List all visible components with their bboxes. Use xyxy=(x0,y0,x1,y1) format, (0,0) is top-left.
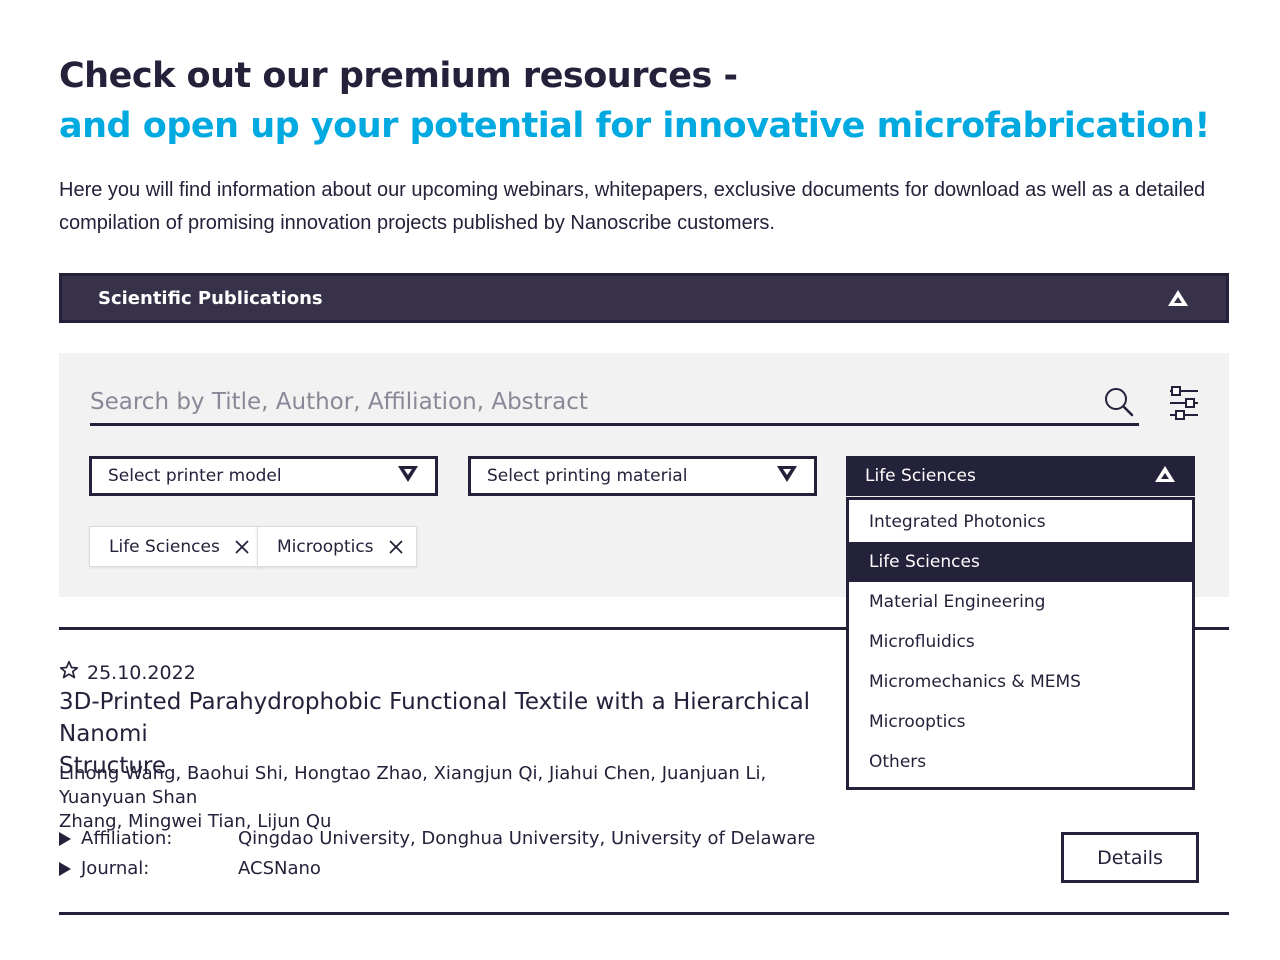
dropdown-option[interactable]: Material Engineering xyxy=(849,582,1192,622)
close-icon[interactable] xyxy=(388,539,404,555)
page-subtitle: and open up your potential for innovativ… xyxy=(59,106,1210,146)
divider xyxy=(1195,627,1229,630)
printing-material-label: Select printing material xyxy=(487,466,688,486)
scientific-publications-accordion[interactable]: Scientific Publications xyxy=(59,273,1229,323)
search-input[interactable] xyxy=(90,389,1103,415)
dropdown-option[interactable]: Integrated Photonics xyxy=(849,502,1192,542)
triangle-up-icon xyxy=(1154,465,1176,488)
publication-title-line: 3D-Printed Parahydrophobic Functional Te… xyxy=(59,689,811,747)
chip-label: Microoptics xyxy=(277,536,374,557)
affiliation-label: Affiliation: xyxy=(81,828,173,849)
publication-authors: Lihong Wang, Baohui Shi, Hongtao Zhao, X… xyxy=(59,762,849,834)
printing-material-select[interactable]: Select printing material xyxy=(468,456,817,496)
dropdown-option[interactable]: Others xyxy=(849,742,1192,782)
printer-model-label: Select printer model xyxy=(108,466,282,486)
publication-date: 25.10.2022 xyxy=(87,661,196,684)
intro-text: Here you will find information about our… xyxy=(59,179,1206,234)
journal-row[interactable]: Journal: ACSNano xyxy=(59,858,321,879)
details-button[interactable]: Details xyxy=(1061,832,1199,883)
dropdown-option[interactable]: Microfluidics xyxy=(849,622,1192,662)
dropdown-option[interactable]: Microoptics xyxy=(849,702,1192,742)
filter-chip: Microoptics xyxy=(257,526,417,567)
journal-label: Journal: xyxy=(81,858,150,879)
publication-date-row: 25.10.2022 xyxy=(59,660,196,685)
journal-value: ACSNano xyxy=(238,858,321,879)
chip-label: Life Sciences xyxy=(109,536,220,557)
filter-chip: Life Sciences xyxy=(89,526,263,567)
application-select[interactable]: Life Sciences xyxy=(846,456,1195,496)
search-bar xyxy=(90,381,1139,426)
page-title: Check out our premium resources - xyxy=(59,56,738,96)
affiliation-row[interactable]: Affiliation: Qingdao University, Donghua… xyxy=(59,828,815,849)
triangle-down-icon xyxy=(397,465,419,488)
caret-right-icon xyxy=(59,831,71,846)
dropdown-option-selected[interactable]: Life Sciences xyxy=(849,542,1192,582)
divider xyxy=(59,912,1229,915)
star-icon[interactable] xyxy=(59,660,87,685)
application-dropdown: Integrated Photonics Life Sciences Mater… xyxy=(846,497,1195,790)
authors-line: Lihong Wang, Baohui Shi, Hongtao Zhao, X… xyxy=(59,763,767,808)
close-icon[interactable] xyxy=(234,539,250,555)
dropdown-option[interactable]: Micromechanics & MEMS xyxy=(849,662,1192,702)
caret-right-icon xyxy=(59,861,71,876)
divider xyxy=(59,627,846,630)
triangle-up-icon[interactable] xyxy=(1166,286,1190,310)
search-icon[interactable] xyxy=(1103,386,1135,418)
affiliation-value: Qingdao University, Donghua University, … xyxy=(238,828,816,849)
accordion-title: Scientific Publications xyxy=(98,287,323,309)
filter-settings-icon[interactable] xyxy=(1168,386,1200,420)
application-select-label: Life Sciences xyxy=(865,466,976,486)
triangle-down-icon xyxy=(776,465,798,488)
printer-model-select[interactable]: Select printer model xyxy=(89,456,438,496)
